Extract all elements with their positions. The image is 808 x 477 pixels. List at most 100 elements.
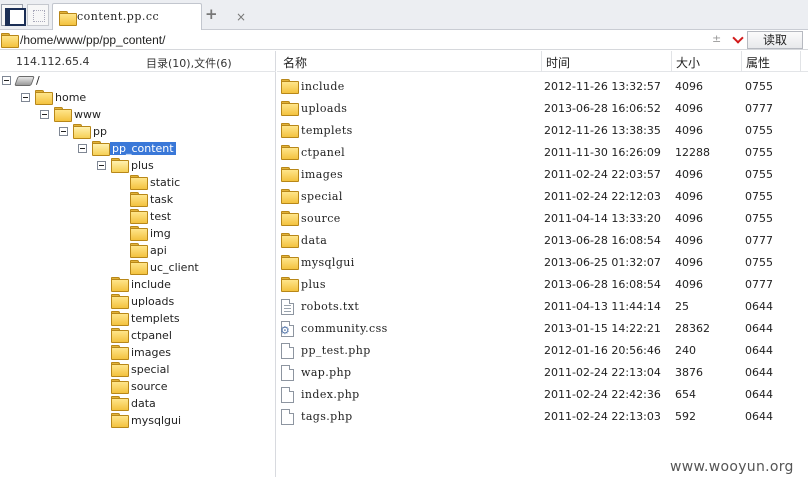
tree-node-label: api: [150, 244, 167, 257]
path-input[interactable]: [20, 32, 700, 48]
file-row[interactable]: index.php 2011-02-24 22:42:36 654 0644: [277, 383, 808, 405]
chevron-down-icon[interactable]: [731, 32, 745, 46]
file-name: data: [301, 234, 328, 247]
folder-icon: [35, 90, 53, 105]
window-icon[interactable]: [1, 4, 26, 26]
file-size: 12288: [675, 146, 710, 159]
folder-icon: [130, 209, 148, 224]
file-attr: 0755: [745, 168, 773, 181]
tree-node-label: static: [150, 176, 181, 189]
file-name: templets: [301, 124, 353, 137]
column-divider[interactable]: [800, 51, 801, 72]
file-attr: 0644: [745, 410, 773, 423]
folder-icon: [281, 145, 299, 160]
column-divider[interactable]: [671, 51, 672, 72]
sort-arrows-icon[interactable]: ±: [712, 32, 721, 45]
tree-node-label: templets: [131, 312, 180, 325]
file-attr: 0755: [745, 124, 773, 137]
file-attr: 0644: [745, 388, 773, 401]
tab-content-pp-cc[interactable]: content.pp.cc ×: [52, 3, 246, 30]
file-row[interactable]: source 2011-04-14 13:33:20 4096 0755: [277, 207, 808, 229]
file-time: 2013-06-28 16:08:54: [544, 278, 661, 291]
file-attr: 0755: [745, 256, 773, 269]
file-name: ctpanel: [301, 146, 346, 159]
folder-icon: [111, 345, 129, 360]
file-attr: 0644: [745, 300, 773, 313]
file-row[interactable]: templets 2012-11-26 13:38:35 4096 0755: [277, 119, 808, 141]
tree-node-label: include: [131, 278, 171, 291]
folder-icon: [130, 226, 148, 241]
column-divider[interactable]: [741, 51, 742, 72]
file-row[interactable]: data 2013-06-28 16:08:54 4096 0777: [277, 229, 808, 251]
collapse-toggle-icon[interactable]: [2, 76, 11, 85]
file-attr: 0755: [745, 80, 773, 93]
collapse-toggle-icon[interactable]: [78, 144, 87, 153]
file-row[interactable]: plus 2013-06-28 16:08:54 4096 0777: [277, 273, 808, 295]
folder-icon: [111, 277, 129, 292]
column-attr[interactable]: 属性: [746, 54, 770, 71]
column-divider[interactable]: [541, 51, 542, 72]
folder-icon: [111, 413, 129, 428]
file-attr: 0644: [745, 366, 773, 379]
file-row[interactable]: pp_test.php 2012-01-16 20:56:46 240 0644: [277, 339, 808, 361]
file-time: 2012-11-26 13:32:57: [544, 80, 661, 93]
file-row[interactable]: mysqlgui 2013-06-25 01:32:07 4096 0755: [277, 251, 808, 273]
collapse-toggle-icon[interactable]: [59, 127, 68, 136]
file-row[interactable]: images 2011-02-24 22:03:57 4096 0755: [277, 163, 808, 185]
file-size: 4096: [675, 168, 703, 181]
tree-node-label: pp_content: [110, 142, 176, 155]
file-size: 592: [675, 410, 696, 423]
file-name: uploads: [301, 102, 348, 115]
file-row[interactable]: community.css 2013-01-15 14:22:21 28362 064…: [277, 317, 808, 339]
file-time: 2013-06-28 16:08:54: [544, 234, 661, 247]
file-size: 4096: [675, 124, 703, 137]
directory-tree-panel: 114.112.65.4 目录(10),文件(6) / home www pp pp_c…: [0, 51, 276, 477]
folder-icon: [111, 396, 129, 411]
folder-icon: [111, 294, 129, 309]
file-row[interactable]: robots.txt 2011-04-13 11:44:14 25 0644: [277, 295, 808, 317]
file-row[interactable]: special 2011-02-24 22:12:03 4096 0755: [277, 185, 808, 207]
file-row[interactable]: tags.php 2011-02-24 22:13:03 592 0644: [277, 405, 808, 427]
file-name: mysqlgui: [301, 256, 355, 269]
folder-icon: [281, 277, 299, 292]
file-row[interactable]: wap.php 2011-02-24 22:13:04 3876 0644: [277, 361, 808, 383]
close-tab-icon[interactable]: ×: [236, 10, 246, 24]
file-time: 2011-02-24 22:03:57: [544, 168, 661, 181]
new-tab-button[interactable]: +: [205, 5, 218, 23]
folder-icon: [130, 243, 148, 258]
file-time: 2011-02-24 22:13:03: [544, 410, 661, 423]
file-time: 2013-06-28 16:06:52: [544, 102, 661, 115]
folder-open-icon: [111, 158, 129, 173]
tree-node-label: data: [131, 397, 156, 410]
blank-tab-icon[interactable]: [27, 4, 49, 26]
address-bar: ± 读取: [0, 30, 808, 50]
file-attr: 0777: [745, 234, 773, 247]
file-icon: [281, 343, 294, 359]
file-row[interactable]: ctpanel 2011-11-30 16:26:09 12288 0755: [277, 141, 808, 163]
folder-icon: [281, 101, 299, 116]
folder-icon: [1, 33, 19, 48]
collapse-toggle-icon[interactable]: [21, 93, 30, 102]
column-size[interactable]: 大小: [676, 54, 700, 71]
folder-icon: [59, 11, 77, 26]
file-row[interactable]: include 2012-11-26 13:32:57 4096 0755: [277, 75, 808, 97]
file-name: special: [301, 190, 343, 203]
read-button[interactable]: 读取: [747, 31, 803, 49]
file-size: 654: [675, 388, 696, 401]
tree-node-label: images: [131, 346, 171, 359]
file-size: 240: [675, 344, 696, 357]
column-time[interactable]: 时间: [546, 54, 570, 71]
file-attr: 0644: [745, 322, 773, 335]
file-time: 2011-02-24 22:13:04: [544, 366, 661, 379]
file-size: 4096: [675, 80, 703, 93]
server-ip: 114.112.65.4: [16, 55, 90, 68]
folder-icon: [111, 362, 129, 377]
file-size: 25: [675, 300, 689, 313]
file-icon: [281, 365, 294, 381]
file-name: index.php: [301, 388, 360, 401]
collapse-toggle-icon[interactable]: [40, 110, 49, 119]
file-row[interactable]: uploads 2013-06-28 16:06:52 4096 0777: [277, 97, 808, 119]
file-icon: [281, 387, 294, 403]
collapse-toggle-icon[interactable]: [97, 161, 106, 170]
column-name[interactable]: 名称: [283, 54, 307, 71]
